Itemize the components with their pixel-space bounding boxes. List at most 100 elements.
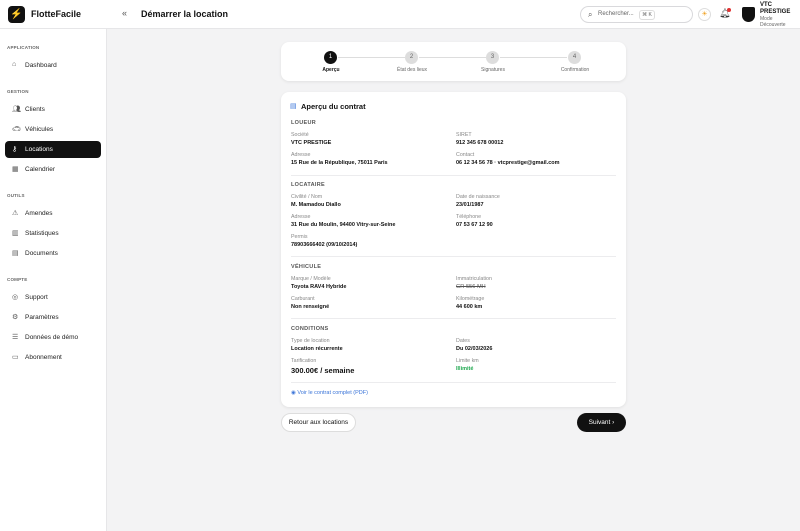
sidebar-item-parametres[interactable]: ⚙ Paramètres (5, 309, 101, 326)
users-icon: 👥︎ (12, 106, 21, 113)
field-label: Civilité / Nom (291, 194, 323, 200)
sidebar-item-calendrier[interactable]: ▦ Calendrier (5, 161, 101, 178)
field-label: Type de location (291, 338, 330, 344)
sidebar-item-vehicules[interactable]: 🚗︎ Véhicules (5, 121, 101, 138)
search-shortcut: ⌘ K (639, 10, 655, 20)
contract-card (281, 92, 626, 407)
field-value: 07 53 67 12 90 (456, 222, 493, 228)
document-icon: ▤ (290, 103, 297, 110)
sidebar-item-label: Support (25, 294, 48, 301)
field-value: Non renseigné (291, 304, 330, 310)
theme-toggle-icon[interactable]: ☀ (698, 8, 711, 21)
step-2-label: État des lieux (396, 67, 428, 73)
sidebar-item-label: Calendrier (25, 166, 55, 173)
sidebar-item-documents[interactable]: ▤ Documents (5, 245, 101, 262)
car-icon: 🚗︎ (12, 126, 21, 133)
calendar-icon: ▦ (12, 166, 19, 173)
search-placeholder: Rechercher... (598, 11, 634, 17)
step-1-label: Aperçu (322, 67, 340, 73)
sidebar-item-dashboard[interactable]: ⌂ Dashboard (5, 57, 101, 74)
sidebar-section-outils: OUTILS (7, 193, 25, 198)
notification-dot (727, 8, 731, 12)
sidebar-item-support[interactable]: ◎ Support (5, 289, 101, 306)
field-label: Date de naissance (456, 194, 500, 200)
next-button[interactable]: Suivant › (577, 413, 626, 432)
sidebar-item-label: Abonnement (25, 354, 62, 361)
field-value: Du 02/03/2026 (456, 346, 493, 352)
chart-icon: ▥ (12, 230, 19, 237)
field-label: Tarification (291, 358, 317, 364)
field-label: Adresse (291, 214, 311, 220)
app-logo-icon: ⚡ (8, 6, 25, 23)
user-mode: Mode Découverte (760, 16, 786, 28)
sidebar-item-label: Données de démo (25, 334, 79, 341)
search-input[interactable]: ⌕ Rechercher... ⌘ K (580, 6, 693, 23)
sidebar-section-gestion: GESTION (7, 89, 29, 94)
view-pdf-label: Voir le contrat complet (PDF) (297, 390, 368, 396)
field-value: 31 Rue du Moulin, 94400 Vitry-sur-Seine (291, 222, 396, 228)
section-divider (291, 175, 616, 176)
field-label: SIRET (456, 132, 472, 138)
section-locataire-heading: LOCATAIRE (291, 182, 325, 188)
field-label: Dates (456, 338, 470, 344)
field-label: Immatriculation (456, 276, 492, 282)
field-value: VTC PRESTIGE (291, 140, 332, 146)
field-label: Contact (456, 152, 475, 158)
sidebar-item-label: Dashboard (25, 62, 57, 69)
step-3-label: Signatures (481, 67, 505, 73)
section-vehicule-heading: VÉHICULE (291, 264, 322, 270)
sidebar-item-label: Véhicules (25, 126, 54, 133)
field-value: GR-556-MH (456, 284, 486, 290)
view-pdf-link[interactable]: ◉ Voir le contrat complet (PDF) (291, 390, 368, 396)
step-4-circle[interactable]: 4 (568, 51, 581, 64)
stepper-line (500, 57, 567, 58)
stepper-line (338, 57, 405, 58)
back-to-locations-button[interactable]: Retour aux locations (281, 413, 356, 432)
page-title: Démarrer la location (141, 9, 229, 19)
next-label: Suivant (588, 419, 611, 426)
field-value: 15 Rue de la République, 75011 Paris (291, 160, 388, 166)
field-label: Kilométrage (456, 296, 485, 302)
sidebar-item-statistiques[interactable]: ▥ Statistiques (5, 225, 101, 242)
section-loueur-heading: LOUEUR (291, 120, 317, 126)
sidebar-item-label: Amendes (25, 210, 53, 217)
user-name[interactable]: VTC PRESTIGE (760, 2, 798, 16)
field-value: Illimité (456, 366, 474, 372)
database-icon: ☰ (12, 334, 19, 341)
chevron-right-icon: › (612, 419, 615, 426)
sidebar-item-label: Documents (25, 250, 58, 257)
step-1-circle[interactable]: 1 (324, 51, 337, 64)
field-value: Toyota RAV4 Hybride (291, 284, 347, 290)
card-icon: ▭ (12, 354, 19, 361)
sidebar-item-locations[interactable]: ⚷ Locations (5, 141, 101, 158)
field-value: 23/01/1987 (456, 202, 484, 208)
section-divider (291, 382, 616, 383)
sidebar-item-abonnement[interactable]: ▭ Abonnement (5, 349, 101, 366)
eye-icon: ◉ (291, 390, 296, 396)
top-bar: ⚡ FlotteFacile « Démarrer la location ⌕ … (0, 0, 800, 29)
sidebar-item-label: Paramètres (25, 314, 59, 321)
price-value: 300.00€ / semaine (291, 366, 355, 375)
field-label: Adresse (291, 152, 311, 158)
document-icon: ▤ (12, 250, 19, 257)
collapse-sidebar-icon[interactable]: « (122, 8, 127, 18)
sidebar-item-amendes[interactable]: ⚠ Amendes (5, 205, 101, 222)
sidebar-item-label: Clients (25, 106, 45, 113)
support-icon: ◎ (12, 294, 19, 301)
sidebar-item-donnees-demo[interactable]: ☰ Données de démo (5, 329, 101, 346)
brand-name: FlotteFacile (31, 9, 82, 19)
company-logo-icon[interactable] (742, 7, 755, 22)
alert-icon: ⚠ (12, 210, 19, 217)
field-label: Permis (291, 234, 308, 240)
field-label: Téléphone (456, 214, 482, 220)
contract-title: Aperçu du contrat (301, 102, 366, 111)
field-label: Société (291, 132, 309, 138)
key-icon: ⚷ (12, 146, 18, 153)
step-3-circle[interactable]: 3 (486, 51, 499, 64)
section-divider (291, 256, 616, 257)
step-2-circle[interactable]: 2 (405, 51, 418, 64)
field-label: Marque / Modèle (291, 276, 331, 282)
gear-icon: ⚙ (12, 314, 19, 321)
sidebar: APPLICATION ⌂ Dashboard GESTION 👥︎ Clien… (0, 29, 107, 531)
sidebar-item-clients[interactable]: 👥︎ Clients (5, 101, 101, 118)
